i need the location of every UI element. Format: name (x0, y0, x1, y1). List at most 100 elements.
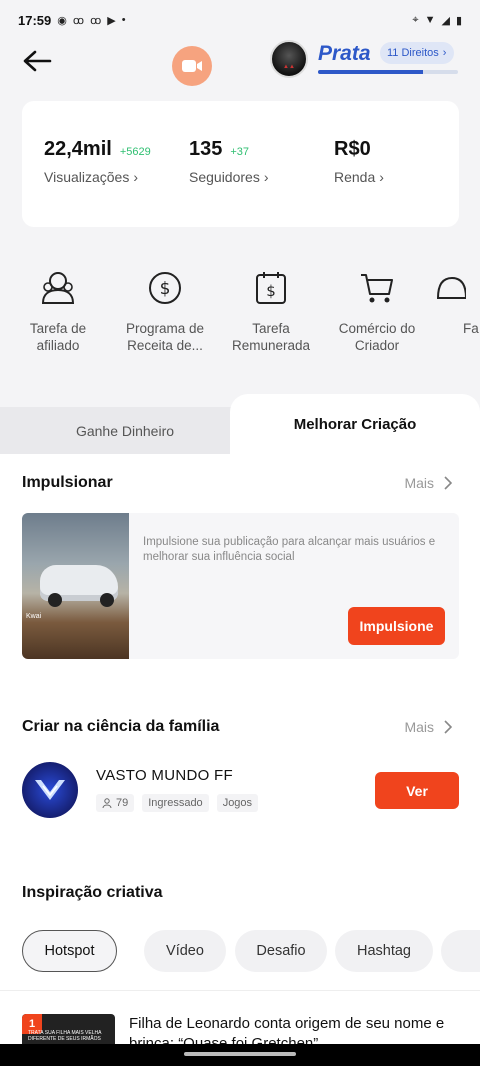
view-family-button[interactable]: Ver (375, 772, 459, 809)
status-time: 17:59 (18, 12, 52, 28)
level-progress-bar (318, 70, 458, 74)
tool-partial[interactable]: Fa (428, 268, 480, 337)
more-label: Mais (404, 719, 434, 735)
level-progress-fill (318, 70, 423, 74)
tool-creator-commerce[interactable]: Comércio do Criador (325, 268, 429, 354)
members-chip: 79 (96, 794, 135, 812)
boost-section-title: Impulsionar (22, 474, 113, 491)
cart-icon (357, 268, 397, 308)
family-more-link[interactable]: Mais (404, 719, 452, 735)
divider (0, 990, 480, 991)
filter-hotspot[interactable]: Hotspot (22, 930, 117, 972)
notification-icon-2: ꝏ (90, 14, 102, 27)
status-chip: Ingressado (142, 794, 209, 812)
tab-improve-creation[interactable]: Melhorar Criação (230, 394, 480, 454)
rights-label: 11 Direitos (387, 47, 439, 59)
video-button[interactable] (172, 46, 212, 86)
news-thumbnail-caption: TRATA SUA FILHA MAIS VELHA DIFERENTE DE … (28, 1030, 102, 1042)
chevron-right-icon: › (379, 169, 384, 185)
family-meta: 79 Ingressado Jogos (96, 794, 259, 812)
wheel (48, 593, 62, 607)
header: ▲▲ Prata 11 Direitos › (0, 40, 480, 98)
inspiration-filters: Hotspot Vídeo Desafio Hashtag (22, 930, 480, 972)
notification-icon: ꝏ (72, 14, 85, 27)
system-nav-bar (0, 1044, 480, 1066)
stat-value: R$0 (334, 138, 371, 160)
category-chip: Jogos (216, 794, 259, 812)
bell-icon (428, 268, 468, 308)
family-row[interactable]: VASTO MUNDO FF 79 Ingressado Jogos Ver (22, 762, 459, 820)
stat-income[interactable]: R$0 Renda › (334, 138, 384, 185)
arrow-left-icon (23, 50, 52, 72)
filter-hashtag[interactable]: Hashtag (335, 930, 433, 972)
tool-label-line2: Remunerada (231, 338, 311, 353)
stat-label: Renda (334, 169, 376, 185)
filter-challenge[interactable]: Desafio (235, 930, 327, 972)
boost-more-link[interactable]: Mais (404, 475, 452, 491)
stat-value: 22,4mil (44, 138, 112, 160)
tool-paid-task[interactable]: $ Tarefa Remunerada (219, 268, 323, 354)
stat-delta: +37 (230, 146, 250, 158)
boost-button[interactable]: Impulsione (348, 607, 445, 645)
tool-label-line1: Tarefa de (29, 321, 87, 336)
home-handle[interactable] (184, 1052, 296, 1056)
tool-label-line1: Comércio do (338, 321, 416, 336)
avatar-tag: ▲▲ (283, 64, 295, 70)
wheel (100, 593, 114, 607)
inspiration-section-title: Inspiração criativa (22, 884, 163, 901)
dot-icon: • (121, 14, 126, 26)
members-count: 79 (116, 797, 129, 809)
filter-video[interactable]: Vídeo (144, 930, 226, 972)
family-name: VASTO MUNDO FF (96, 767, 233, 784)
tool-label-line2: Receita de... (127, 338, 203, 353)
level-name[interactable]: Prata (318, 42, 371, 66)
person-icon (102, 798, 112, 808)
thumbnail-tag: Kwai (26, 613, 42, 620)
svg-text:$: $ (160, 279, 171, 299)
tab-earn-money[interactable]: Ganhe Dinheiro (0, 407, 250, 454)
boost-card: Kwai Impulsione sua publicação para alca… (22, 513, 459, 659)
youtube-icon: ▶ (107, 14, 116, 27)
stat-label: Visualizações (44, 169, 130, 185)
back-button[interactable] (22, 46, 56, 76)
tool-label-line2: Criador (354, 338, 400, 353)
family-logo-icon (35, 780, 65, 800)
chevron-right-icon: › (263, 169, 269, 185)
video-camera-icon (182, 60, 202, 72)
family-avatar (22, 762, 78, 818)
affiliate-icon (38, 268, 78, 308)
rights-button[interactable]: 11 Direitos › (380, 42, 455, 64)
tool-label-line1: Fa (463, 321, 479, 336)
tool-label-line1: Programa de (125, 321, 205, 336)
stat-views[interactable]: 22,4mil +5629 Visualizações › (44, 138, 151, 185)
whatsapp-icon: ◉ (57, 14, 67, 27)
location-icon: ⌖ (412, 13, 419, 26)
dollar-circle-icon: $ (145, 268, 185, 308)
boost-thumbnail[interactable]: Kwai (22, 513, 129, 659)
wifi-icon: ▼ (424, 14, 436, 26)
svg-text:$: $ (266, 282, 276, 300)
family-section-title: Criar na ciência da família (22, 718, 220, 735)
stat-label: Seguidores (189, 169, 260, 185)
stats-card: 22,4mil +5629 Visualizações › 135 +37 Seg… (22, 101, 459, 227)
signal-icon: ◢ (441, 14, 450, 27)
stat-delta: +5629 (119, 146, 151, 158)
chevron-right-icon: › (133, 169, 139, 185)
boost-description: Impulsione sua publicação para alcançar … (143, 536, 436, 563)
chevron-right-icon (444, 720, 452, 734)
more-label: Mais (404, 475, 434, 491)
tool-label-line2: afiliado (36, 338, 80, 353)
status-bar: 17:59 ◉ ꝏ ꝏ ▶ • ⌖ ▼ ◢ ▮ (0, 0, 480, 40)
stat-followers[interactable]: 135 +37 Seguidores › (189, 138, 269, 185)
dollar-calendar-icon: $ (251, 268, 291, 308)
tabs: Ganhe Dinheiro Melhorar Criação (0, 394, 480, 454)
avatar[interactable]: ▲▲ (270, 40, 308, 78)
battery-icon: ▮ (455, 14, 462, 27)
filter-partial[interactable] (441, 930, 480, 972)
news-thumbnail: 1 TRATA SUA FILHA MAIS VELHA DIFERENTE D… (22, 1014, 115, 1048)
tool-revenue-program[interactable]: $ Programa de Receita de... (113, 268, 217, 354)
stat-value: 135 (189, 138, 223, 160)
tool-label-line1: Tarefa (252, 321, 290, 336)
chevron-right-icon: › (442, 47, 447, 59)
tool-affiliate-task[interactable]: Tarefa de afiliado (6, 268, 110, 354)
